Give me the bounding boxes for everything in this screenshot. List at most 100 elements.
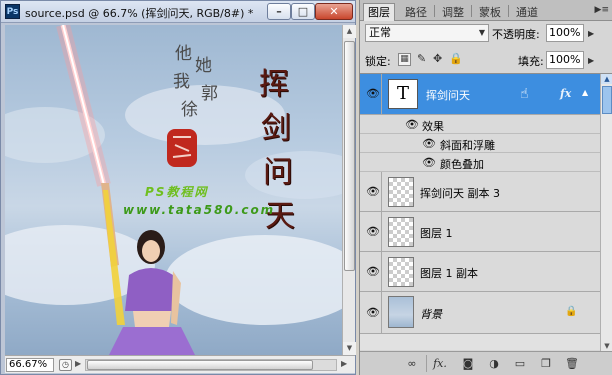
layer-name[interactable]: 挥剑问天 副本 3 [420,185,500,201]
scroll-up-icon[interactable]: ▲ [343,25,356,38]
visibility-toggle[interactable]: 👁 [360,74,382,114]
expand-effects-icon[interactable]: ▲ [582,88,588,97]
status-info-icon[interactable]: ◷ [59,359,72,371]
delete-layer-icon[interactable]: 🗑 [564,356,580,371]
scroll-up-icon[interactable]: ▲ [601,74,612,84]
fill-label: 填充: [518,55,544,68]
layer-row[interactable]: 👁 图层 1 [360,212,600,252]
chevron-down-icon: ▼ [478,28,485,37]
new-group-icon[interactable]: ▭ [512,356,528,371]
layer-name[interactable]: 背景 [420,306,442,322]
close-button[interactable]: ✕ [315,3,353,20]
layers-scrollbar[interactable]: ▲ ▼ [600,74,612,351]
adjustment-layer-icon[interactable]: ◑ [486,356,502,371]
tab-separator [471,5,472,17]
background-thumbnail [388,296,414,328]
tab-layers[interactable]: 图层 [363,3,395,21]
status-menu-icon[interactable]: ▶ [75,359,81,368]
minimize-button[interactable]: – [267,3,291,20]
horizontal-scrollbar[interactable] [85,359,337,371]
blend-mode-select[interactable]: 正常 ▼ [365,24,489,42]
layer-row[interactable]: 👁 挥剑问天 副本 3 [360,172,600,212]
watermark-url: www.tata580.com [123,203,276,217]
layers-panel: 图层 路径 调整 蒙板 通道 ▶≡ 正常 ▼ 不透明度: 100% ▶ 锁定: … [359,0,612,375]
horizontal-scroll-thumb[interactable] [87,360,313,370]
lock-transparent-icon[interactable]: ▦ [398,53,411,66]
panel-menu-icon[interactable]: ▶≡ [595,5,609,15]
hand-cursor-icon: ☝ [520,86,529,102]
effect-row-bevel[interactable]: 👁 斜面和浮雕 [360,134,600,153]
panel-tabs: 图层 路径 调整 蒙板 通道 ▶≡ [360,0,612,21]
opacity-slider-icon[interactable]: ▶ [588,29,594,38]
eye-icon: 👁 [366,185,380,198]
small-calligraphy-char: 他 [175,44,192,64]
small-calligraphy-char: 郭 [201,84,218,104]
visibility-toggle[interactable]: 👁 [360,292,382,333]
lock-all-icon[interactable]: 🔒 [449,52,463,65]
layer-name[interactable]: 图层 1 副本 [420,265,478,281]
layers-scroll-thumb[interactable] [602,86,612,114]
eye-icon: 👁 [366,225,380,238]
maximize-button[interactable]: □ [291,3,315,20]
layer-row-background[interactable]: 👁 背景 🔒 [360,292,600,334]
opacity-field[interactable]: 100% [546,24,584,42]
tab-paths[interactable]: 路径 [400,3,432,21]
layers-list: 👁 T 挥剑问天 ☝ fx ▲ 👁 效果 👁 斜面和浮雕 👁 颜色叠加 👁 挥剑… [360,73,612,351]
document-titlebar[interactable]: Ps source.psd @ 66.7% (挥剑问天, RGB/8#) * –… [1,1,355,23]
scroll-down-icon[interactable]: ▼ [601,341,612,351]
calligraphy-char: 问 [263,155,293,190]
tab-channels[interactable]: 通道 [511,3,543,21]
scroll-down-icon[interactable]: ▼ [343,342,356,355]
effects-header-row[interactable]: 👁 效果 [360,115,600,134]
vertical-scrollbar[interactable]: ▲ ▼ [342,25,356,355]
layer-row[interactable]: 👁 图层 1 副本 [360,252,600,292]
effect-color-overlay-label: 颜色叠加 [440,158,484,171]
tab-masks[interactable]: 蒙板 [474,3,506,21]
eye-icon[interactable]: 👁 [422,156,436,169]
add-layer-style-icon[interactable]: fx. [432,356,448,371]
fx-icon[interactable]: fx [560,87,571,100]
visibility-toggle[interactable]: 👁 [360,172,382,211]
layer-name[interactable]: 图层 1 [420,225,453,241]
photoshop-app-icon: Ps [5,4,20,19]
layer-thumbnail [388,257,414,287]
small-calligraphy-char: 徐 [181,100,198,120]
zoom-field[interactable]: 66.67% [6,358,54,372]
status-bar: 66.67% ◷ ▶ ▶ [5,355,355,373]
close-icon: ✕ [329,5,339,18]
layer-thumbnail [388,217,414,247]
layers-bottom-toolbar: ∞ fx. ◙ ◑ ▭ ❐ 🗑 [360,351,612,375]
effect-bevel-emboss-label: 斜面和浮雕 [440,139,495,152]
effects-label: 效果 [422,120,444,133]
fill-slider-icon[interactable]: ▶ [588,56,594,65]
fill-field[interactable]: 100% [546,51,584,69]
eye-icon[interactable]: 👁 [405,118,419,131]
layer-row-text[interactable]: 👁 T 挥剑问天 ☝ fx ▲ [360,74,600,115]
tab-separator [508,5,509,17]
eye-icon: 👁 [366,306,380,319]
new-layer-icon[interactable]: ❐ [538,356,554,371]
scroll-right-icon[interactable]: ▶ [341,359,347,368]
lock-position-move-icon[interactable]: ✥ [433,52,442,65]
document-title: source.psd @ 66.7% (挥剑问天, RGB/8#) * [25,7,254,20]
minimize-icon: – [276,5,282,18]
visibility-toggle[interactable]: 👁 [360,212,382,251]
layer-name[interactable]: 挥剑问天 [426,87,470,103]
blend-mode-value: 正常 [369,26,391,39]
link-layers-icon[interactable]: ∞ [404,356,420,371]
visibility-toggle[interactable]: 👁 [360,252,382,291]
calligraphy-char: 挥 [259,67,289,102]
small-calligraphy-char: 她 [195,56,212,76]
lock-icon: 🔒 [565,306,578,317]
effect-row-color-overlay[interactable]: 👁 颜色叠加 [360,153,600,172]
vertical-scroll-thumb[interactable] [344,41,355,271]
tab-adjustments[interactable]: 调整 [437,3,469,21]
image-canvas[interactable]: 挥 剑 问 天 他 她 我 郭 徐 PS教程网 www.tata580.com [5,25,342,355]
add-mask-icon[interactable]: ◙ [460,356,476,371]
calligraphy-char: 剑 [261,111,291,146]
watermark-title: PS教程网 [145,185,209,199]
opacity-label: 不透明度: [492,28,540,41]
lock-image-brush-icon[interactable]: ✎ [417,52,426,65]
lock-label: 锁定: [365,55,391,68]
eye-icon[interactable]: 👁 [422,137,436,150]
